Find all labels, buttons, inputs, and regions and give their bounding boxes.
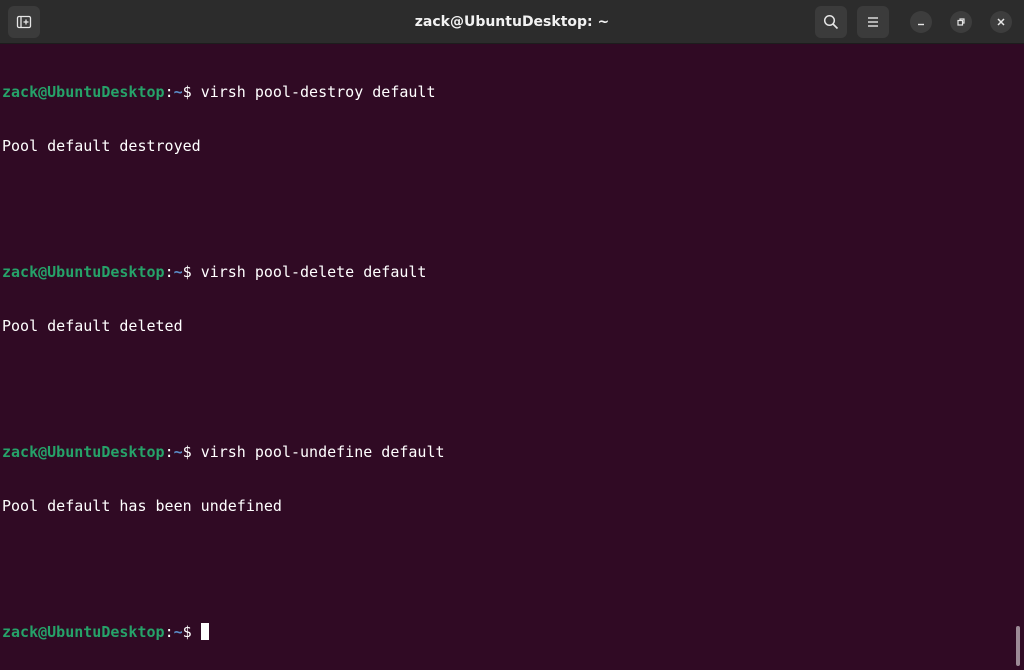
close-button[interactable] <box>990 11 1012 33</box>
close-icon <box>996 17 1006 27</box>
terminal-window: zack@UbuntuDesktop: ~ zack@UbuntuDesktop… <box>0 0 1024 670</box>
terminal-output[interactable]: zack@UbuntuDesktop:~$ virsh pool-destroy… <box>2 47 1012 667</box>
prompt-symbol: $ <box>182 263 201 281</box>
command-output: Pool default has been undefined <box>2 497 282 515</box>
restore-icon <box>956 17 966 27</box>
new-tab-icon <box>16 14 32 30</box>
command-text: virsh pool-destroy default <box>200 83 436 101</box>
search-button[interactable] <box>815 6 847 38</box>
minimize-icon <box>916 17 926 27</box>
prompt-user-host: zack@UbuntuDesktop <box>2 263 165 281</box>
restore-button[interactable] <box>950 11 972 33</box>
prompt-separator: : <box>164 263 174 281</box>
command-text: virsh pool-undefine default <box>200 443 445 461</box>
prompt-path: ~ <box>173 83 183 101</box>
command-text: virsh pool-delete default <box>200 263 427 281</box>
menu-button[interactable] <box>857 6 889 38</box>
prompt-user-host: zack@UbuntuDesktop <box>2 623 165 641</box>
command-line: zack@UbuntuDesktop:~$ virsh pool-delete … <box>2 263 1012 281</box>
prompt-symbol: $ <box>182 443 201 461</box>
scrollbar[interactable] <box>1016 626 1020 666</box>
text-cursor <box>200 623 209 640</box>
command-line: zack@UbuntuDesktop:~$ virsh pool-destroy… <box>2 83 1012 101</box>
minimize-button[interactable] <box>910 11 932 33</box>
prompt-symbol: $ <box>182 83 201 101</box>
prompt-user-host: zack@UbuntuDesktop <box>2 443 165 461</box>
prompt-separator: : <box>164 83 174 101</box>
prompt-user-host: zack@UbuntuDesktop <box>2 83 165 101</box>
new-tab-button[interactable] <box>8 6 40 38</box>
prompt-separator: : <box>164 623 174 641</box>
active-prompt-line[interactable]: zack@UbuntuDesktop:~$ <box>2 623 1012 641</box>
command-output: Pool default deleted <box>2 317 183 335</box>
prompt-path: ~ <box>173 623 183 641</box>
search-icon <box>823 14 839 30</box>
command-line: zack@UbuntuDesktop:~$ virsh pool-undefin… <box>2 443 1012 461</box>
prompt-path: ~ <box>173 263 183 281</box>
prompt-path: ~ <box>173 443 183 461</box>
command-output: Pool default destroyed <box>2 137 201 155</box>
hamburger-menu-icon <box>866 15 880 29</box>
prompt-separator: : <box>164 443 174 461</box>
prompt-symbol: $ <box>182 623 201 641</box>
title-bar: zack@UbuntuDesktop: ~ <box>0 0 1024 44</box>
